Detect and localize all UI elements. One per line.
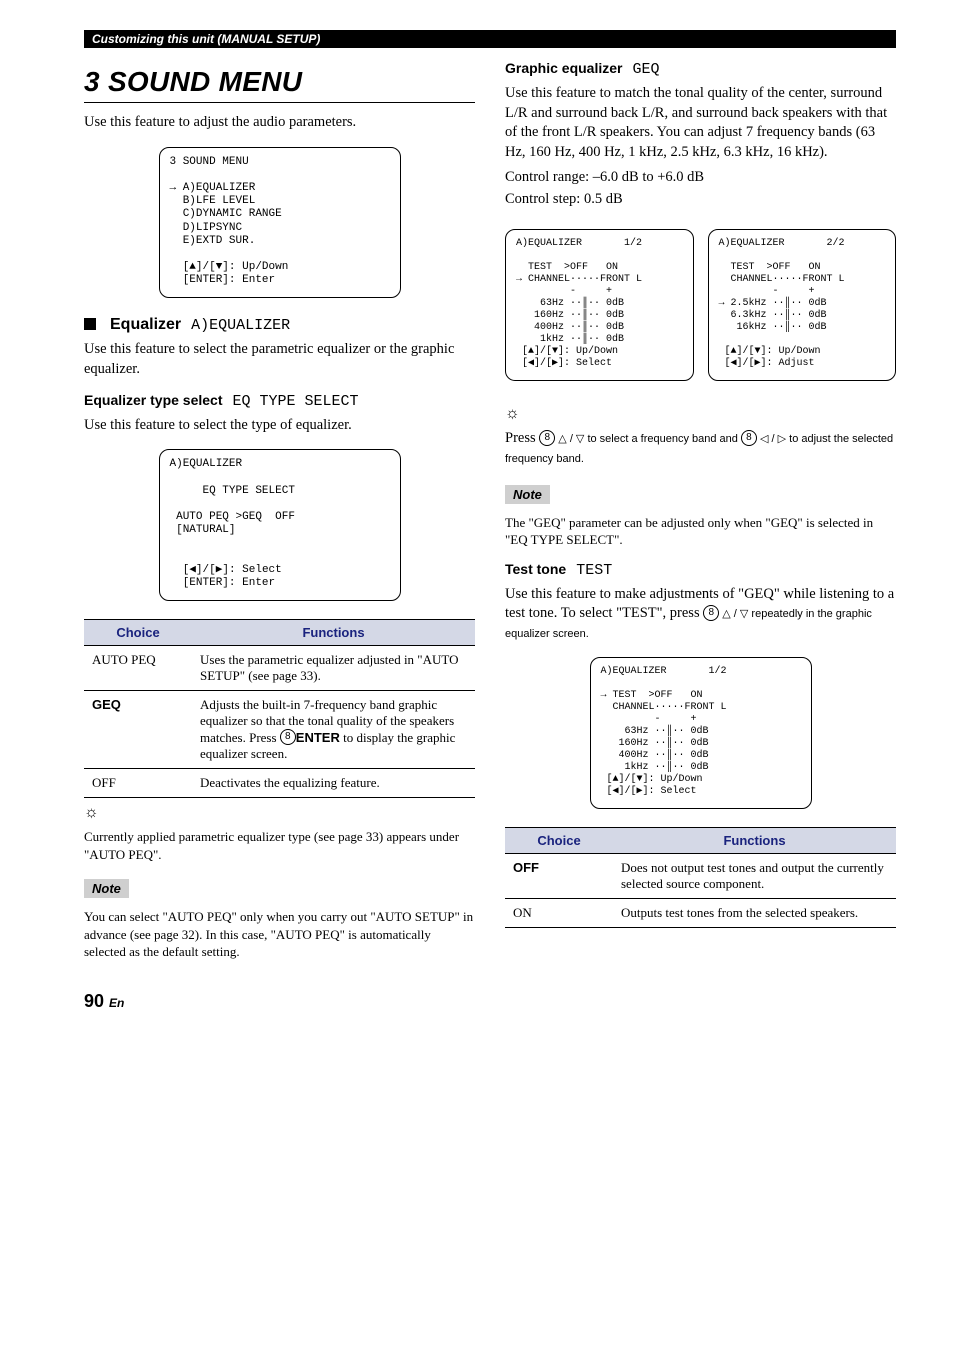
right-column: Graphic equalizer GEQ Use this feature t… bbox=[505, 56, 896, 967]
table-header-functions: Functions bbox=[613, 828, 896, 854]
tip-text: Currently applied parametric equalizer t… bbox=[84, 828, 475, 863]
button-number-icon: 8 bbox=[741, 430, 757, 446]
choice-cell: OFF bbox=[84, 769, 192, 798]
note-label: Note bbox=[505, 485, 550, 504]
note-text: The "GEQ" parameter can be adjusted only… bbox=[505, 514, 896, 549]
geq-heading-lcd: GEQ bbox=[632, 61, 659, 78]
lcd-geq-page2: A)EQUALIZER 2/2 TEST >OFF ON CHANNEL····… bbox=[708, 229, 897, 381]
table-row: OFF Does not output test tones and outpu… bbox=[505, 854, 896, 899]
function-cell: Adjusts the built-in 7-frequency band gr… bbox=[192, 691, 475, 769]
button-number-icon: 8 bbox=[539, 430, 555, 446]
table-row: AUTO PEQ Uses the parametric equalizer a… bbox=[84, 646, 475, 691]
note-label: Note bbox=[84, 879, 129, 898]
page-number-value: 90 bbox=[84, 991, 104, 1011]
choice-cell: ON bbox=[505, 899, 613, 928]
button-number-icon: 8 bbox=[703, 605, 719, 621]
square-bullet-icon bbox=[84, 318, 96, 330]
page-lang: En bbox=[109, 996, 124, 1010]
equalizer-heading-text: Equalizer bbox=[110, 316, 181, 334]
table-header-choice: Choice bbox=[84, 620, 192, 646]
sound-menu-intro: Use this feature to adjust the audio par… bbox=[84, 113, 475, 133]
choice-cell: OFF bbox=[505, 854, 613, 899]
eqtype-heading-text: Equalizer type select bbox=[84, 392, 223, 408]
tip-pre: Press bbox=[505, 430, 539, 446]
test-tone-heading-lcd: TEST bbox=[576, 562, 612, 579]
test-tone-heading: Test tone TEST bbox=[505, 561, 896, 579]
control-range: Control range: –6.0 dB to +6.0 dB bbox=[505, 168, 896, 188]
geq-desc: Use this feature to match the tonal qual… bbox=[505, 84, 896, 162]
lcd-geq-page1: A)EQUALIZER 1/2 TEST >OFF ON → CHANNEL··… bbox=[505, 229, 694, 381]
left-column: 3 SOUND MENU Use this feature to adjust … bbox=[84, 56, 475, 967]
test-tone-table: Choice Functions OFF Does not output tes… bbox=[505, 827, 896, 928]
lcd-test: A)EQUALIZER 1/2 → TEST >OFF ON CHANNEL··… bbox=[590, 657, 812, 809]
eqtype-table: Choice Functions AUTO PEQ Uses the param… bbox=[84, 619, 475, 798]
geq-heading: Graphic equalizer GEQ bbox=[505, 60, 896, 78]
title-divider bbox=[84, 102, 475, 103]
sound-menu-title: 3 SOUND MENU bbox=[84, 66, 475, 98]
button-number-icon: 8 bbox=[280, 729, 296, 745]
equalizer-heading-lcd: A)EQUALIZER bbox=[191, 317, 290, 334]
geq-heading-text: Graphic equalizer bbox=[505, 60, 622, 76]
eqtype-desc: Use this feature to select the type of e… bbox=[84, 416, 475, 436]
note-text: You can select "AUTO PEQ" only when you … bbox=[84, 908, 475, 961]
equalizer-desc: Use this feature to select the parametri… bbox=[84, 340, 475, 379]
tip-icon: ☼ bbox=[84, 804, 475, 822]
table-row: OFF Deactivates the equalizing feature. bbox=[84, 769, 475, 798]
function-cell: Does not output test tones and output th… bbox=[613, 854, 896, 899]
function-cell: Uses the parametric equalizer adjusted i… bbox=[192, 646, 475, 691]
table-row: ON Outputs test tones from the selected … bbox=[505, 899, 896, 928]
enter-label: ENTER bbox=[296, 730, 340, 745]
section-header-bar: Customizing this unit (MANUAL SETUP) bbox=[84, 30, 896, 48]
table-row: GEQ Adjusts the built-in 7-frequency ban… bbox=[84, 691, 475, 769]
choice-cell: GEQ bbox=[84, 691, 192, 769]
equalizer-heading: Equalizer A)EQUALIZER bbox=[84, 316, 475, 334]
lcd-eqtype: A)EQUALIZER EQ TYPE SELECT AUTO PEQ >GEQ… bbox=[159, 449, 401, 601]
eqtype-heading-lcd: EQ TYPE SELECT bbox=[233, 393, 359, 410]
test-tone-heading-text: Test tone bbox=[505, 561, 566, 577]
table-header-functions: Functions bbox=[192, 620, 475, 646]
function-cell: Deactivates the equalizing feature. bbox=[192, 769, 475, 798]
eqtype-heading: Equalizer type select EQ TYPE SELECT bbox=[84, 392, 475, 410]
geq-tip: Press 8 △ / ▽ to select a frequency band… bbox=[505, 429, 896, 468]
updown-arrows: △ / ▽ to select a frequency band and bbox=[555, 433, 741, 445]
choice-cell: AUTO PEQ bbox=[84, 646, 192, 691]
function-cell: Outputs test tones from the selected spe… bbox=[613, 899, 896, 928]
test-tone-desc: Use this feature to make adjustments of … bbox=[505, 585, 896, 644]
control-step: Control step: 0.5 dB bbox=[505, 190, 896, 210]
page-number: 90 En bbox=[84, 991, 896, 1012]
lcd-sound-menu: 3 SOUND MENU → A)EQUALIZER B)LFE LEVEL C… bbox=[159, 147, 401, 299]
tip-icon: ☼ bbox=[505, 405, 896, 423]
table-header-choice: Choice bbox=[505, 828, 613, 854]
